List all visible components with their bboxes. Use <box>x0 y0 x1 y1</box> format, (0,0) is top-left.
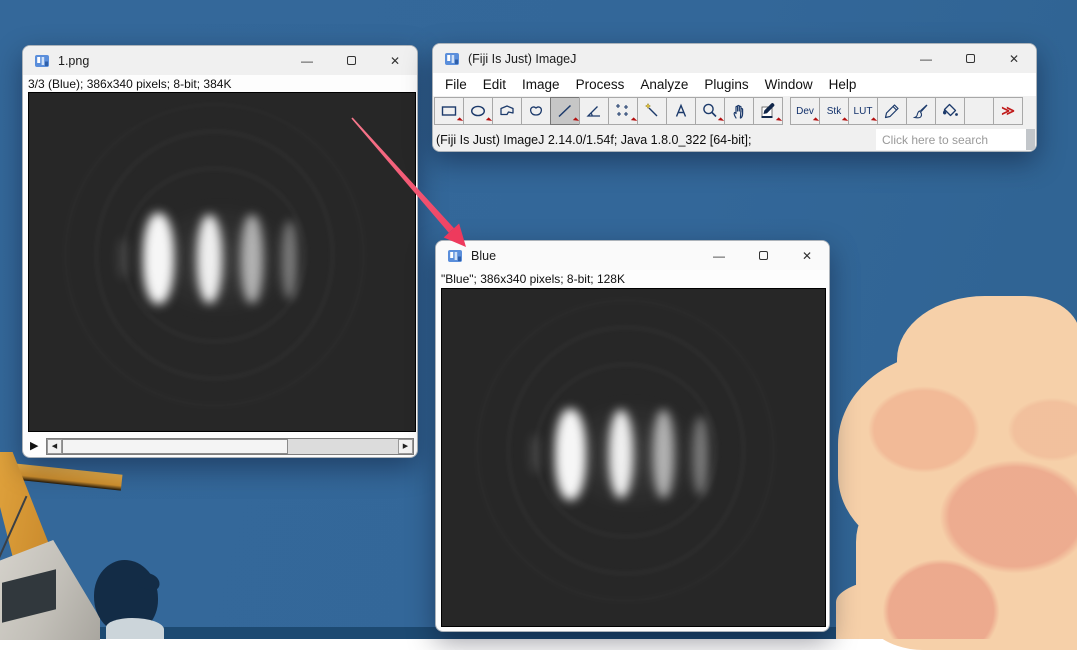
status-resize-grip[interactable] <box>1026 129 1035 150</box>
scroll-right-button[interactable]: ▶ <box>398 438 413 454</box>
dropper-tool-button[interactable] <box>753 97 783 125</box>
imagej-icon <box>34 53 50 69</box>
tool-bar: Dev Stk LUT ≫ <box>433 96 1036 126</box>
desktop: 1.png — ✕ 3/3 (Blue); 386x340 pixels; 8-… <box>0 0 1077 650</box>
more-tools-button[interactable]: ≫ <box>993 97 1023 125</box>
text-icon <box>675 103 687 117</box>
menu-image[interactable]: Image <box>514 77 568 92</box>
imagej-icon <box>444 51 460 67</box>
titlebar[interactable]: Blue — ✕ <box>436 241 829 270</box>
search-input[interactable] <box>876 129 1026 150</box>
dev-tool-button[interactable]: Dev <box>790 97 820 125</box>
brush-icon <box>912 104 928 119</box>
channel-scrollbar[interactable]: ◀ ▶ <box>46 437 414 455</box>
menu-help[interactable]: Help <box>821 77 865 92</box>
window-blue: Blue — ✕ "Blue"; 386x340 pixels; 8-bit; … <box>435 240 830 632</box>
bucket-icon <box>942 103 958 117</box>
imagej-icon <box>447 248 463 264</box>
minimize-button[interactable]: — <box>904 44 948 73</box>
maximize-icon <box>758 251 768 260</box>
scrollbar-thumb[interactable] <box>62 438 288 454</box>
close-icon: ✕ <box>801 248 813 263</box>
menu-edit[interactable]: Edit <box>475 77 514 92</box>
close-button[interactable]: ✕ <box>785 241 829 270</box>
spare-tool-button[interactable] <box>964 97 994 125</box>
rectangle-tool-button[interactable] <box>434 97 464 125</box>
zoom-tool-button[interactable] <box>695 97 725 125</box>
menu-plugins[interactable]: Plugins <box>696 77 756 92</box>
status-bar: (Fiji Is Just) ImageJ 2.14.0/1.54f; Java… <box>433 126 1036 151</box>
wand-tool-button[interactable] <box>637 97 667 125</box>
wallpaper-cloud <box>836 572 1077 639</box>
window-title: Blue <box>471 248 497 263</box>
close-icon: ✕ <box>389 53 401 68</box>
channel-slider-row: ▶ ◀ ▶ <box>23 436 417 456</box>
menu-file[interactable]: File <box>437 77 475 92</box>
rectangle-icon <box>441 106 457 116</box>
angle-icon <box>586 106 600 117</box>
polygon-tool-button[interactable] <box>492 97 522 125</box>
image-canvas[interactable] <box>28 92 416 432</box>
polygon-icon <box>500 105 514 116</box>
line-tool-button[interactable] <box>550 97 580 125</box>
oval-icon <box>470 105 486 117</box>
window-imagej-main: (Fiji Is Just) ImageJ — ✕ File Edit Imag… <box>432 43 1037 152</box>
close-button[interactable]: ✕ <box>992 44 1036 73</box>
brush-tool-button[interactable] <box>906 97 936 125</box>
dropper-icon <box>761 102 775 118</box>
window-title: 1.png <box>58 53 90 68</box>
stack-tool-button[interactable]: Stk <box>819 97 849 125</box>
magnifier-icon <box>703 103 717 118</box>
hand-icon <box>733 104 744 119</box>
maximize-icon <box>346 56 356 65</box>
image-status-text: 3/3 (Blue); 386x340 pixels; 8-bit; 384K <box>23 75 417 93</box>
lut-tool-button[interactable]: LUT <box>848 97 878 125</box>
minimize-button[interactable]: — <box>285 46 329 75</box>
wallpaper-character-shirt <box>106 618 164 639</box>
image-canvas[interactable] <box>441 288 826 627</box>
minimize-button[interactable]: — <box>697 241 741 270</box>
freehand-icon <box>530 106 542 116</box>
point-tool-button[interactable] <box>608 97 638 125</box>
window-title: (Fiji Is Just) ImageJ <box>468 51 577 66</box>
oval-tool-button[interactable] <box>463 97 493 125</box>
maximize-button[interactable] <box>329 46 373 75</box>
play-button[interactable]: ▶ <box>30 440 44 452</box>
pencil-icon <box>884 104 899 119</box>
maximize-button[interactable] <box>948 44 992 73</box>
maximize-button[interactable] <box>741 241 785 270</box>
angle-tool-button[interactable] <box>579 97 609 125</box>
image-status-text: "Blue"; 386x340 pixels; 8-bit; 128K <box>436 270 829 288</box>
titlebar[interactable]: (Fiji Is Just) ImageJ — ✕ <box>433 44 1036 73</box>
wand-icon <box>644 102 658 117</box>
titlebar[interactable]: 1.png — ✕ <box>23 46 417 75</box>
line-icon <box>558 104 572 118</box>
menu-window[interactable]: Window <box>757 77 821 92</box>
fill-tool-button[interactable] <box>935 97 965 125</box>
window-1png: 1.png — ✕ 3/3 (Blue); 386x340 pixels; 8-… <box>22 45 418 458</box>
version-status-text: (Fiji Is Just) ImageJ 2.14.0/1.54f; Java… <box>436 132 752 147</box>
pencil-tool-button[interactable] <box>877 97 907 125</box>
hand-tool-button[interactable] <box>724 97 754 125</box>
menu-bar: File Edit Image Process Analyze Plugins … <box>433 73 1036 96</box>
scroll-left-button[interactable]: ◀ <box>47 438 62 454</box>
text-tool-button[interactable] <box>666 97 696 125</box>
close-icon: ✕ <box>1008 51 1020 66</box>
close-button[interactable]: ✕ <box>373 46 417 75</box>
maximize-icon <box>965 54 975 63</box>
menu-process[interactable]: Process <box>568 77 633 92</box>
point-icon <box>616 104 628 116</box>
freehand-tool-button[interactable] <box>521 97 551 125</box>
menu-analyze[interactable]: Analyze <box>632 77 696 92</box>
